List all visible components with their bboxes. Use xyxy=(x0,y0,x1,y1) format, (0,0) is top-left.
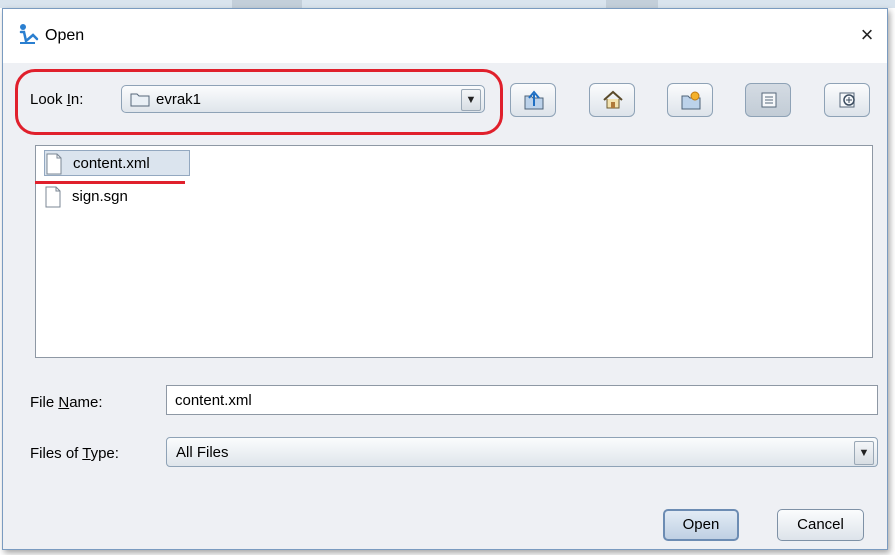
details-view-button[interactable] xyxy=(824,83,870,117)
open-button[interactable]: Open xyxy=(663,509,739,541)
look-in-label-text: Look xyxy=(30,91,67,108)
folder-up-icon xyxy=(524,90,544,110)
files-of-type-mnemonic: T xyxy=(82,445,91,462)
files-of-type-label-text: Files of xyxy=(30,445,83,462)
file-icon xyxy=(45,186,61,208)
close-button[interactable]: × xyxy=(849,17,885,53)
chevron-down-icon[interactable]: ▼ xyxy=(461,89,481,111)
list-view-button[interactable] xyxy=(745,83,791,117)
look-in-value: evrak1 xyxy=(156,91,202,108)
file-name-value: content.xml xyxy=(175,392,252,409)
folder-icon xyxy=(130,93,150,107)
chevron-down-icon[interactable]: ▼ xyxy=(854,441,874,465)
files-of-type-label-text-end: ype: xyxy=(90,445,119,462)
files-of-type-value: All Files xyxy=(176,444,229,461)
file-name-label-text-end: ame: xyxy=(69,394,103,411)
files-of-type-label: Files of Type: xyxy=(30,445,119,462)
dialog-content: Look In: evrak1 ▼ content.xml sign.sgn F… xyxy=(3,63,887,549)
highlight-underline xyxy=(35,181,185,184)
background-window-element xyxy=(606,0,658,8)
file-name: content.xml xyxy=(73,155,150,172)
look-in-label: Look In: xyxy=(30,91,83,108)
file-name-label: File Name: xyxy=(30,394,103,411)
files-of-type-combo[interactable]: All Files ▼ xyxy=(166,437,878,467)
look-in-label-text-end: n: xyxy=(70,91,84,108)
home-button[interactable] xyxy=(589,83,635,117)
look-in-combo[interactable]: evrak1 ▼ xyxy=(121,85,485,113)
title-bar[interactable]: Open × xyxy=(3,9,887,63)
java-app-icon xyxy=(19,24,39,44)
file-name-mnemonic: N xyxy=(58,394,70,411)
cancel-button[interactable]: Cancel xyxy=(777,509,864,541)
up-one-level-button[interactable] xyxy=(510,83,556,117)
list-view-icon xyxy=(761,92,777,108)
file-name-label-text: File xyxy=(30,394,59,411)
background-window-strip xyxy=(0,0,895,8)
file-item-sign-sgn[interactable]: sign.sgn xyxy=(44,184,190,210)
file-name: sign.sgn xyxy=(72,188,128,205)
file-name-field[interactable]: content.xml xyxy=(166,385,878,415)
file-item-content-xml[interactable]: content.xml xyxy=(44,150,190,176)
file-icon xyxy=(46,153,62,175)
details-view-icon xyxy=(839,92,855,108)
home-icon xyxy=(603,90,623,109)
window-title: Open xyxy=(45,27,85,44)
new-folder-icon xyxy=(681,91,701,110)
open-dialog: Open × Look In: evrak1 ▼ content.xml sig… xyxy=(2,8,888,550)
background-window-element xyxy=(232,0,302,8)
new-folder-button[interactable] xyxy=(667,83,713,117)
file-list[interactable]: content.xml sign.sgn xyxy=(35,145,873,358)
